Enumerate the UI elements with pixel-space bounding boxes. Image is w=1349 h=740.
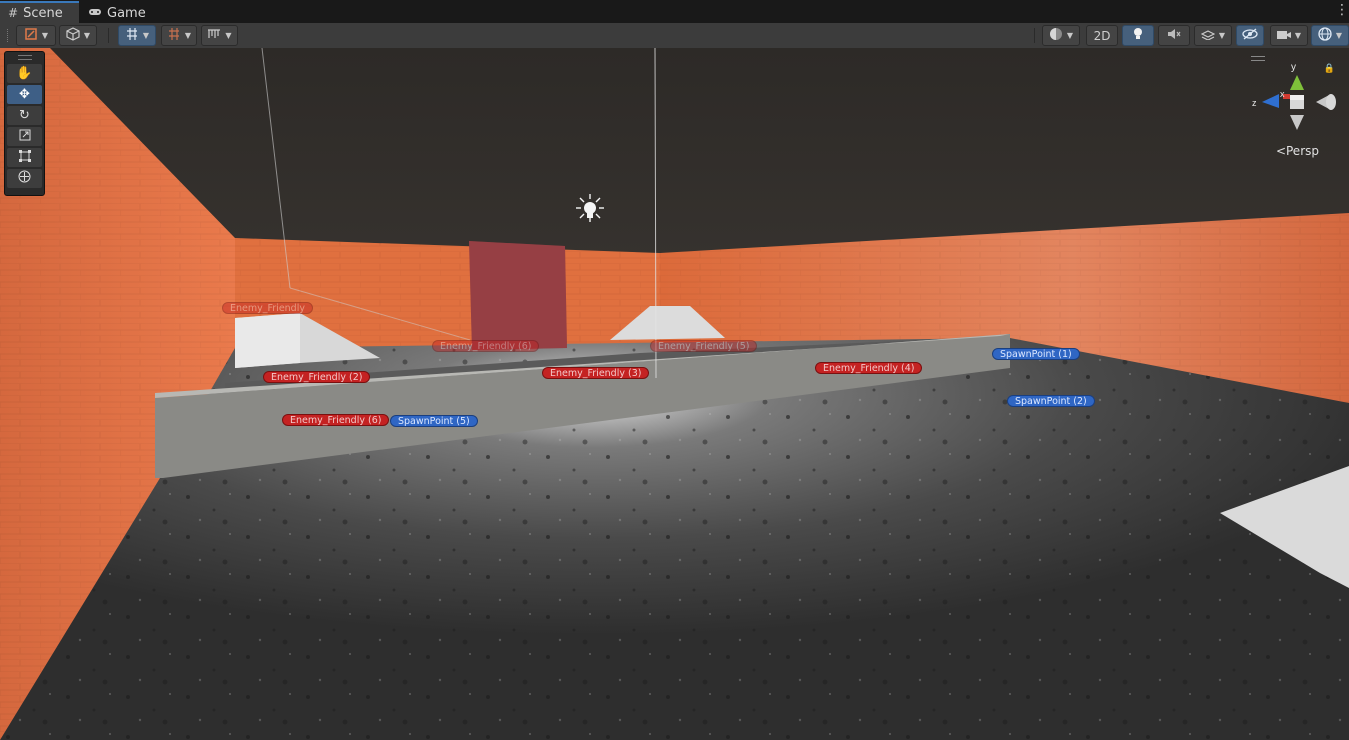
shading-mode-button[interactable]: ▼	[59, 25, 97, 46]
toolbar-divider	[108, 28, 109, 43]
tool-palette: ✋ ✥ ↻	[4, 51, 45, 196]
tab-game-label: Game	[107, 5, 146, 21]
perspective-chevron-icon: <	[1275, 144, 1286, 158]
draw-mode-button[interactable]: ▼	[16, 25, 56, 46]
more-options-icon[interactable]: ⋮	[1335, 2, 1349, 18]
pivot-toggle-button[interactable]: ▼	[118, 25, 156, 46]
chevron-down-icon: ▼	[1335, 31, 1343, 40]
scale-icon	[19, 129, 31, 145]
hidden-objects-toggle-button[interactable]	[1236, 25, 1264, 46]
eye-slash-icon	[1242, 28, 1258, 43]
y-axis-label: y	[1291, 62, 1296, 73]
scene-viewport[interactable]: Enemy_Friendly Enemy_Friendly (6) Enemy_…	[0, 48, 1349, 740]
scene-toolbar: ▼ ▼ ▼ ▼ ▼ ▼ 2D ▼ ▼ ▼	[0, 23, 1349, 49]
chevron-down-icon: ▼	[225, 31, 232, 40]
spawn-point-2-label[interactable]: SpawnPoint (2)	[1007, 395, 1095, 407]
projection-toggle[interactable]: <Persp	[1276, 144, 1319, 158]
enemy-friendly-5-label-hidden[interactable]: Enemy_Friendly (5)	[650, 340, 758, 352]
palette-drag-handle[interactable]	[5, 52, 44, 62]
grid-icon: #	[8, 6, 19, 20]
scene-render	[0, 48, 1349, 740]
2d-toggle-label: 2D	[1093, 28, 1111, 43]
spawn-point-5-label[interactable]: SpawnPoint (5)	[390, 415, 478, 427]
render-mode-button[interactable]: ▼	[1042, 25, 1080, 46]
enemy-friendly-4-label[interactable]: Enemy_Friendly (4)	[815, 362, 923, 374]
camera-icon	[1276, 29, 1291, 43]
chevron-down-icon: ▼	[1066, 31, 1074, 40]
enemy-friendly-label-hidden[interactable]: Enemy_Friendly (6)	[432, 340, 540, 352]
rect-icon	[18, 149, 31, 166]
scale-tool[interactable]	[7, 127, 42, 146]
audio-mute-icon	[1167, 28, 1181, 43]
gamepad-icon	[88, 6, 102, 20]
enemy-friendly-label[interactable]: Enemy_Friendly	[222, 302, 313, 314]
tab-scene[interactable]: # Scene	[0, 1, 79, 23]
hand-tool[interactable]: ✋	[7, 64, 42, 83]
draw-mode-icon	[24, 27, 38, 44]
move-icon: ✥	[19, 87, 30, 102]
lightbulb-icon	[1132, 27, 1144, 44]
tab-scene-label: Scene	[23, 5, 63, 21]
z-axis-label: z	[1252, 98, 1257, 108]
chevron-down-icon: ▼	[1218, 31, 1226, 40]
chevron-down-icon: ▼	[1294, 31, 1302, 40]
x-axis-label: x	[1280, 89, 1285, 99]
spawn-point-1-label[interactable]: SpawnPoint (1)	[992, 348, 1080, 360]
directional-light-icon[interactable]	[576, 194, 604, 222]
projection-label: Persp	[1286, 144, 1319, 158]
chevron-down-icon: ▼	[142, 31, 150, 40]
enemy-friendly-2-label[interactable]: Enemy_Friendly (2)	[263, 371, 371, 383]
transform-icon	[18, 170, 31, 187]
rotate-tool[interactable]: ↻	[7, 106, 42, 125]
snap-grid-icon	[125, 27, 139, 44]
y-axis-cone[interactable]	[1290, 75, 1304, 90]
audio-toggle-button[interactable]	[1158, 25, 1190, 46]
enemy-friendly-3-label[interactable]: Enemy_Friendly (3)	[542, 367, 650, 379]
toolbar-grip-icon	[7, 29, 10, 42]
chevron-down-icon: ▼	[184, 31, 192, 40]
cube-icon	[66, 27, 80, 44]
grid-snap-icon	[167, 27, 181, 44]
effects-button[interactable]: ▼	[1194, 25, 1232, 46]
chevron-down-icon: ▼	[41, 31, 49, 40]
rect-tool[interactable]	[7, 148, 42, 167]
sphere-icon	[1049, 27, 1063, 44]
move-tool[interactable]: ✥	[7, 85, 42, 104]
2d-toggle-button[interactable]: 2D	[1086, 25, 1118, 46]
lighting-toggle-button[interactable]	[1122, 25, 1154, 46]
transform-tool[interactable]	[7, 169, 42, 188]
toolbar-divider	[1034, 28, 1035, 43]
gizmos-button[interactable]: ▼	[1311, 25, 1349, 46]
increment-snap-button[interactable]: ▼	[201, 25, 238, 46]
effects-layers-icon	[1200, 28, 1216, 43]
z-axis-cone[interactable]	[1262, 94, 1279, 108]
enemy-friendly-6-label[interactable]: Enemy_Friendly (6)	[282, 414, 390, 426]
grid-snap-button[interactable]: ▼	[161, 25, 197, 46]
gizmo-globe-icon	[1318, 27, 1332, 44]
hand-icon: ✋	[16, 66, 33, 81]
tab-game[interactable]: Game	[80, 3, 146, 23]
ruler-icon	[207, 27, 221, 44]
camera-settings-button[interactable]: ▼	[1270, 25, 1308, 46]
window-tab-bar: # Scene Game ⋮	[0, 0, 1349, 24]
chevron-down-icon: ▼	[83, 31, 91, 40]
rotate-icon: ↻	[19, 108, 30, 123]
